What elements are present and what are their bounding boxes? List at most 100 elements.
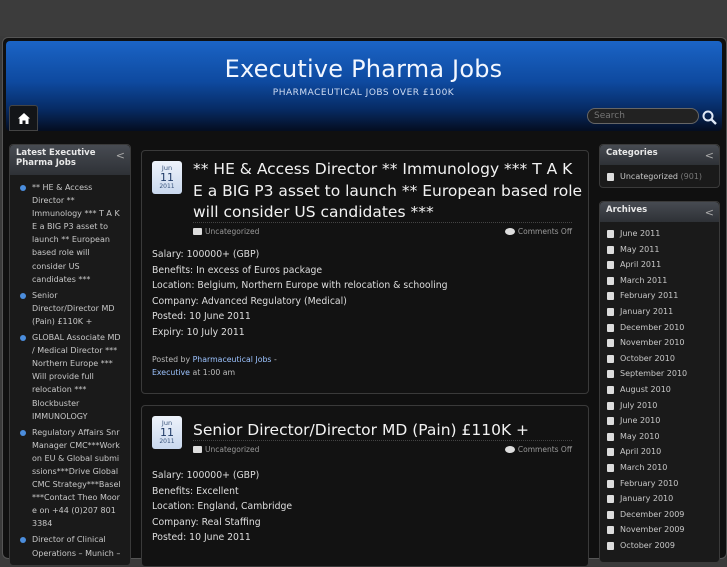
comment-icon <box>504 446 515 453</box>
chevron-left-icon[interactable]: < <box>116 149 125 162</box>
widget-title: Archives <box>606 205 648 215</box>
list-item[interactable]: Regulatory Affairs Snr Manager CMC***Wor… <box>18 426 122 531</box>
list-item[interactable]: Director of Clinical Operations – Munich… <box>18 533 122 559</box>
widget-header: Categories < <box>600 145 719 165</box>
widget-header: Archives < <box>600 202 719 222</box>
calendar-icon <box>607 307 614 316</box>
post-meta: Uncategorized Comments Off <box>193 222 572 236</box>
chevron-left-icon[interactable]: < <box>705 149 714 162</box>
search-input[interactable] <box>587 108 699 124</box>
calendar-icon <box>607 479 614 488</box>
post-field: Expiry: 10 July 2011 <box>152 326 245 338</box>
calendar-icon <box>607 339 614 348</box>
archive-item[interactable]: July 2010 <box>600 398 719 414</box>
calendar-icon <box>607 261 614 270</box>
widget-title: Categories <box>606 148 658 158</box>
archive-item[interactable]: October 2010 <box>600 351 719 367</box>
post-field: Salary: 100000+ (GBP) <box>152 249 260 260</box>
post-date-badge: Jun 11 2011 <box>152 161 182 194</box>
archives-widget: Archives < June 2011 May 2011 April 2011… <box>599 201 720 563</box>
archive-item[interactable]: December 2009 <box>600 507 719 523</box>
calendar-icon <box>607 276 614 285</box>
author-link[interactable]: Pharmaceutical Jobs <box>193 355 272 364</box>
calendar-icon <box>607 417 614 426</box>
archive-item[interactable]: November 2009 <box>600 522 719 538</box>
post-field: Salary: 100000+ (GBP) <box>152 470 260 481</box>
archive-item[interactable]: August 2010 <box>600 382 719 398</box>
home-icon <box>17 112 30 124</box>
date-year: 2011 <box>159 183 175 190</box>
widget-header: Latest Executive Pharma Jobs < <box>10 145 130 175</box>
archive-item[interactable]: April 2010 <box>600 444 719 460</box>
folder-icon <box>193 228 202 235</box>
archive-item[interactable]: April 2011 <box>600 257 719 273</box>
post-field: Company: Real Staffing <box>152 516 261 528</box>
home-button[interactable] <box>9 105 38 131</box>
categories-widget: Categories < Uncategorized (901) <box>599 144 720 188</box>
post-time: at 1:00 am <box>192 368 236 377</box>
calendar-icon <box>607 401 614 410</box>
site-description: PHARMACEUTICAL JOBS OVER £100K <box>272 88 455 98</box>
calendar-icon <box>607 230 614 238</box>
latest-jobs-widget: Latest Executive Pharma Jobs < ** HE & A… <box>9 144 131 566</box>
calendar-icon <box>607 370 614 379</box>
calendar-icon <box>607 354 614 363</box>
calendar-icon <box>607 463 614 472</box>
post-field: Company: Advanced Regulatory (Medical) <box>152 295 347 307</box>
author-link-continued[interactable]: Executive <box>152 368 190 377</box>
archive-item[interactable]: October 2009 <box>600 538 719 554</box>
post-category[interactable]: Uncategorized <box>205 445 259 454</box>
calendar-icon <box>607 323 614 332</box>
archive-item[interactable]: January 2010 <box>600 491 719 507</box>
archive-item[interactable]: June 2010 <box>600 413 719 429</box>
calendar-icon <box>607 292 614 301</box>
calendar-icon <box>607 245 614 254</box>
post-field: Posted: 10 June 2011 <box>152 311 251 323</box>
archive-item[interactable]: January 2011 <box>600 304 719 320</box>
post-body: Salary: 100000+ (GBP) Benefits: Excellen… <box>152 468 292 546</box>
category-icon <box>607 173 614 181</box>
post-category[interactable]: Uncategorized <box>205 227 259 236</box>
calendar-icon <box>607 432 614 441</box>
calendar-icon <box>607 510 614 519</box>
list-item[interactable]: GLOBAL Associate MD / Medical Director *… <box>18 331 122 423</box>
post-field: Location: England, Cambridge <box>152 501 293 513</box>
post-byline: Posted by Pharmaceutical Jobs - Executiv… <box>152 355 277 377</box>
archive-item[interactable]: September 2010 <box>600 366 719 382</box>
archive-item[interactable]: December 2010 <box>600 320 719 336</box>
archive-item[interactable]: March 2011 <box>600 273 719 289</box>
calendar-icon <box>607 541 614 550</box>
post-field: Location: Belgium, Northern Europe with … <box>152 280 448 292</box>
post: Jun 11 2011 ** HE & Access Director ** I… <box>141 150 589 394</box>
calendar-icon <box>607 495 614 504</box>
folder-icon <box>193 446 202 453</box>
archive-item[interactable]: May 2010 <box>600 429 719 445</box>
browser-top-band <box>0 0 727 36</box>
post-field: Benefits: In excess of Euros package <box>152 264 323 276</box>
search-icon[interactable] <box>702 110 717 125</box>
post-field: Posted: 10 June 2011 <box>152 532 251 544</box>
archive-item[interactable]: May 2011 <box>600 242 719 258</box>
calendar-icon <box>607 385 614 394</box>
calendar-icon <box>607 448 614 457</box>
archive-item[interactable]: February 2010 <box>600 476 719 492</box>
archive-item[interactable]: June 2011 <box>600 226 719 242</box>
category-item[interactable]: Uncategorized (901) <box>600 169 719 185</box>
site-title[interactable]: Executive Pharma Jobs <box>0 55 727 83</box>
post-title[interactable]: Senior Director/Director MD (Pain) £110K… <box>193 420 585 442</box>
list-item[interactable]: ** HE & Access Director ** Immunology **… <box>18 181 122 286</box>
post-comments: Comments Off <box>517 445 572 454</box>
post-field: Benefits: Excellent <box>152 485 239 497</box>
calendar-icon <box>607 526 614 535</box>
comment-icon <box>504 228 515 235</box>
date-day: 11 <box>160 171 174 184</box>
post-comments: Comments Off <box>517 227 572 236</box>
chevron-left-icon[interactable]: < <box>705 206 714 219</box>
archive-item[interactable]: March 2010 <box>600 460 719 476</box>
post-body: Salary: 100000+ (GBP) Benefits: In exces… <box>152 247 448 341</box>
post-title[interactable]: ** HE & Access Director ** Immunology **… <box>193 159 585 224</box>
date-year: 2011 <box>159 438 175 445</box>
archive-item[interactable]: November 2010 <box>600 335 719 351</box>
list-item[interactable]: Senior Director/Director MD (Pain) £110K… <box>18 289 122 328</box>
archive-item[interactable]: February 2011 <box>600 288 719 304</box>
